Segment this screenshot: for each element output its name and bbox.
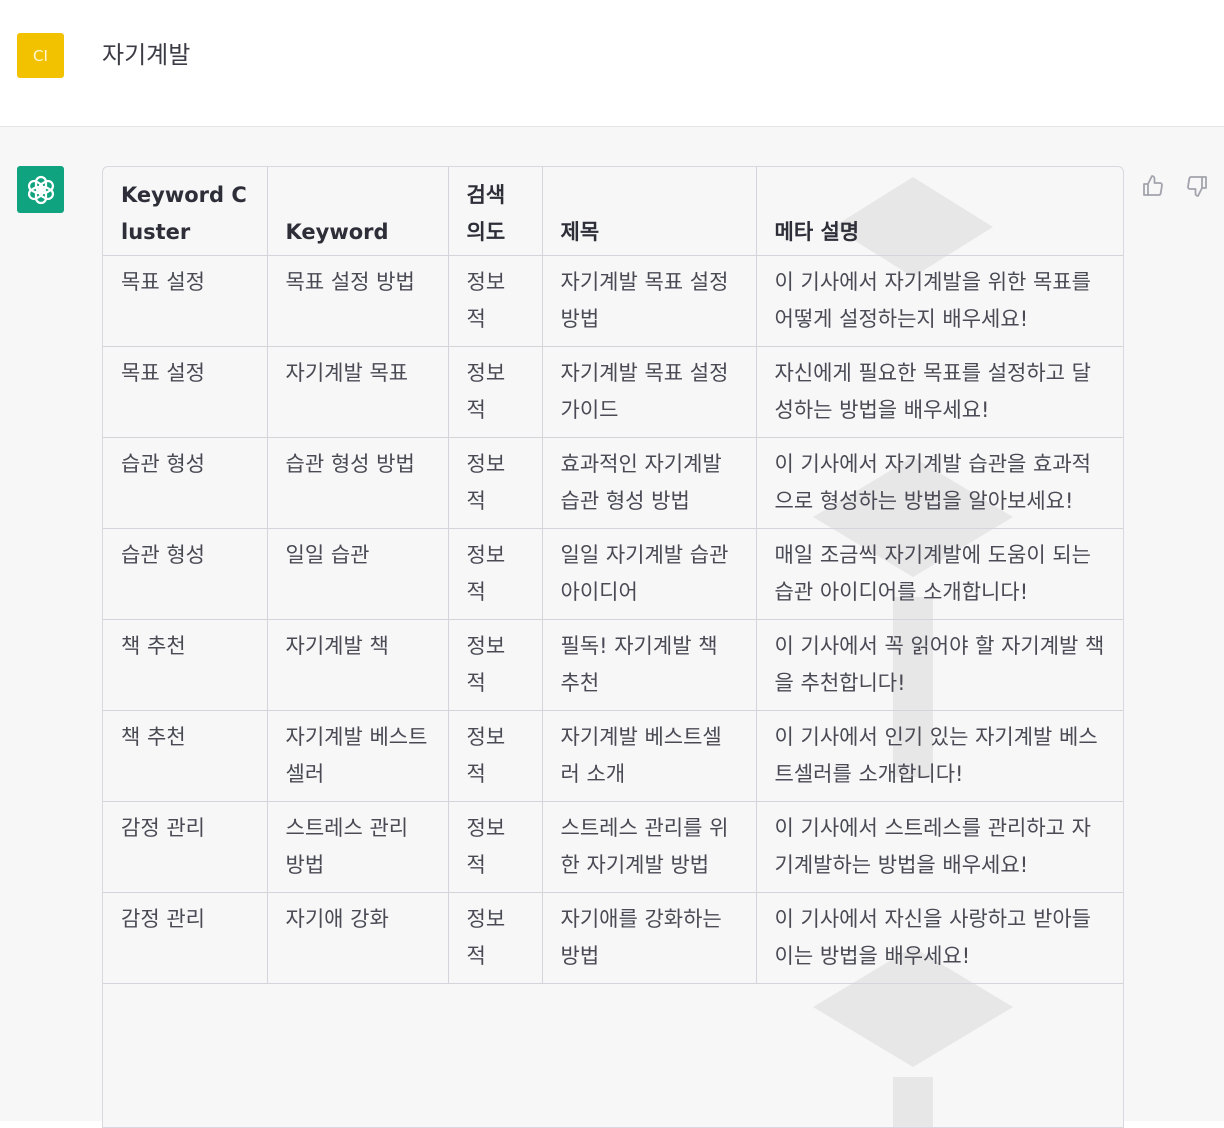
header-search-intent: 검색 의도 [447,167,543,256]
cell-keyword: 자기계발 목표 [266,346,449,438]
cell-keyword: 스트레스 관리 방법 [266,801,449,893]
table-row: 감정 관리 스트레스 관리 방법 정보적 스트레스 관리를 위한 자기계발 방법… [103,801,1123,893]
thumbs-up-icon [1143,175,1163,196]
table-row: 습관 형성 습관 형성 방법 정보적 효과적인 자기계발 습관 형성 방법 이 … [103,437,1123,529]
cell-search-intent: 정보적 [447,801,543,893]
cell-meta-description: 매일 조금씩 자기계발에 도움이 되는 습관 아이디어를 소개합니다! [755,528,1123,620]
cell-keyword: 습관 형성 방법 [266,437,449,529]
thumbs-up-button[interactable] [1140,173,1166,199]
user-message-row: CI 자기계발 [0,0,1224,127]
cell-meta-description: 이 기사에서 자기계발 습관을 효과적으로 형성하는 방법을 알아보세요! [755,437,1123,529]
cell-keyword-cluster: 감정 관리 [103,892,268,984]
cell-meta-description: 이 기사에서 자기계발을 위한 목표를 어떻게 설정하는지 배우세요! [755,255,1123,347]
cell-meta-description: 자신에게 필요한 목표를 설정하고 달성하는 방법을 배우세요! [755,346,1123,438]
keyword-table-container: Keyword Cluster Keyword 검색 의도 제목 메타 설명 목… [102,166,1124,1128]
cell-meta-description: 이 기사에서 자신을 사랑하고 받아들이는 방법을 배우세요! [755,892,1123,984]
cell-keyword-cluster: 책 추천 [103,619,268,711]
cell-title: 자기계발 목표 설정 가이드 [541,346,757,438]
header-title: 제목 [541,167,757,256]
cell-search-intent: 정보적 [447,528,543,620]
header-keyword-cluster: Keyword Cluster [103,167,268,256]
table-row: 습관 형성 일일 습관 정보적 일일 자기계발 습관 아이디어 매일 조금씩 자… [103,528,1123,620]
cell-search-intent: 정보적 [447,255,543,347]
cell-search-intent: 정보적 [447,892,543,984]
user-avatar: CI [17,33,64,78]
cell-keyword: 자기계발 책 [266,619,449,711]
cell-search-intent: 정보적 [447,710,543,802]
cell-title: 자기애를 강화하는 방법 [541,892,757,984]
cell-meta-description: 이 기사에서 스트레스를 관리하고 자기계발하는 방법을 배우세요! [755,801,1123,893]
assistant-avatar [17,166,64,213]
cell-title: 자기계발 목표 설정 방법 [541,255,757,347]
table-row: 책 추천 자기계발 책 정보적 필독! 자기계발 책 추천 이 기사에서 꼭 읽… [103,619,1123,711]
cell-title: 스트레스 관리를 위한 자기계발 방법 [541,801,757,893]
table-row: 목표 설정 자기계발 목표 정보적 자기계발 목표 설정 가이드 자신에게 필요… [103,346,1123,438]
cell-keyword: 자기계발 베스트셀러 [266,710,449,802]
thumbs-down-icon [1187,176,1207,197]
keyword-table: Keyword Cluster Keyword 검색 의도 제목 메타 설명 목… [103,167,1123,984]
cell-keyword: 일일 습관 [266,528,449,620]
cell-search-intent: 정보적 [447,437,543,529]
cell-meta-description: 이 기사에서 인기 있는 자기계발 베스트셀러를 소개합니다! [755,710,1123,802]
cell-keyword-cluster: 습관 형성 [103,437,268,529]
cell-keyword: 목표 설정 방법 [266,255,449,347]
cell-meta-description: 이 기사에서 꼭 읽어야 할 자기계발 책을 추천합니다! [755,619,1123,711]
table-row: 책 추천 자기계발 베스트셀러 정보적 자기계발 베스트셀러 소개 이 기사에서… [103,710,1123,802]
cell-title: 일일 자기계발 습관 아이디어 [541,528,757,620]
header-meta-description: 메타 설명 [755,167,1123,256]
table-header-row: Keyword Cluster Keyword 검색 의도 제목 메타 설명 [103,167,1123,256]
table-row: 감정 관리 자기애 강화 정보적 자기애를 강화하는 방법 이 기사에서 자신을… [103,892,1123,984]
cell-keyword: 자기애 강화 [266,892,449,984]
thumbs-down-button[interactable] [1184,173,1210,199]
cell-keyword-cluster: 목표 설정 [103,346,268,438]
openai-logo-icon [27,175,54,204]
header-keyword: Keyword [266,167,449,256]
cell-keyword-cluster: 습관 형성 [103,528,268,620]
cell-title: 자기계발 베스트셀러 소개 [541,710,757,802]
cell-keyword-cluster: 책 추천 [103,710,268,802]
user-message-text: 자기계발 [102,41,191,69]
cell-search-intent: 정보적 [447,346,543,438]
cell-title: 효과적인 자기계발 습관 형성 방법 [541,437,757,529]
cell-title: 필독! 자기계발 책 추천 [541,619,757,711]
cell-keyword-cluster: 목표 설정 [103,255,268,347]
cell-search-intent: 정보적 [447,619,543,711]
cell-keyword-cluster: 감정 관리 [103,801,268,893]
table-row: 목표 설정 목표 설정 방법 정보적 자기계발 목표 설정 방법 이 기사에서 … [103,255,1123,347]
assistant-message-row: Keyword Cluster Keyword 검색 의도 제목 메타 설명 목… [0,127,1224,1128]
